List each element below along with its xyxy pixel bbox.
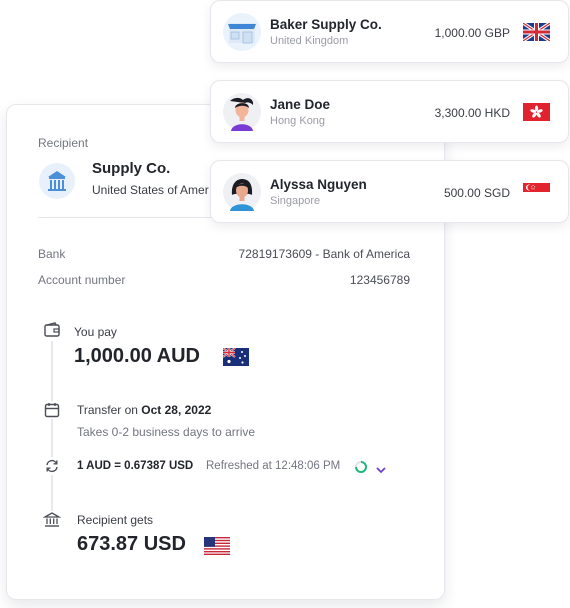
recipient-card-country: Singapore (270, 195, 321, 207)
transfer-eta: Takes 0-2 business days to arrive (77, 425, 256, 439)
account-number-label: Account number (38, 273, 126, 287)
recipient-card-country: Hong Kong (270, 115, 326, 127)
uk-flag-icon (522, 21, 551, 46)
exchange-rate-icon (43, 457, 61, 475)
recipient-card[interactable]: Jane Doe Hong Kong 3,300.00 HKD (210, 80, 569, 143)
woman-avatar-icon (223, 173, 261, 211)
bank-icon (42, 511, 62, 529)
bank-building-icon (39, 163, 75, 199)
recipient-card-amount: 500.00 SGD (443, 186, 510, 200)
recipient-gets-amount: 673.87 USD (77, 533, 186, 555)
chevron-down-icon[interactable] (375, 462, 387, 480)
recipient-card-name: Jane Doe (270, 97, 331, 112)
refresh-progress-icon (354, 460, 368, 479)
recipient-label: Recipient (38, 136, 89, 150)
transfer-date-line: Transfer on Oct 28, 2022 (77, 403, 211, 417)
storefront-icon (223, 13, 261, 51)
recipient-gets-label: Recipient gets (77, 513, 154, 527)
you-pay-amount: 1,000.00 AUD (74, 345, 200, 367)
bank-label: Bank (38, 247, 66, 261)
timeline-line (51, 341, 53, 517)
hong-kong-flag-icon (523, 103, 550, 126)
transfer-date: Oct 28, 2022 (141, 403, 212, 417)
recipient-card[interactable]: Baker Supply Co. United Kingdom 1,000.00… (210, 0, 569, 63)
recipient-card-country: United Kingdom (270, 35, 349, 47)
exchange-rate: 1 AUD = 0.67387 USD (77, 460, 194, 472)
rate-refreshed-time: Refreshed at 12:48:06 PM (206, 460, 341, 472)
singapore-flag-icon (523, 183, 550, 206)
wallet-icon (43, 321, 61, 339)
recipient-card-amount: 1,000.00 GBP (434, 26, 510, 40)
australia-flag-icon (222, 347, 249, 371)
recipient-card-amount: 3,300.00 HKD (434, 106, 510, 120)
account-number-value: 123456789 (349, 273, 410, 287)
woman-avatar-icon (223, 93, 261, 131)
us-flag-icon (204, 537, 230, 560)
recipient-card-name: Alyssa Nguyen (270, 177, 367, 192)
recipient-name: Supply Co. (92, 160, 171, 177)
calendar-icon (43, 401, 61, 419)
recipient-card[interactable]: Alyssa Nguyen Singapore 500.00 SGD (210, 160, 569, 223)
recipient-country: United States of Amer (92, 183, 209, 197)
you-pay-label: You pay (74, 325, 117, 339)
transfer-on-label: Transfer on (77, 403, 138, 417)
bank-value: 72819173609 - Bank of America (238, 247, 410, 261)
recipient-card-name: Baker Supply Co. (270, 17, 382, 32)
